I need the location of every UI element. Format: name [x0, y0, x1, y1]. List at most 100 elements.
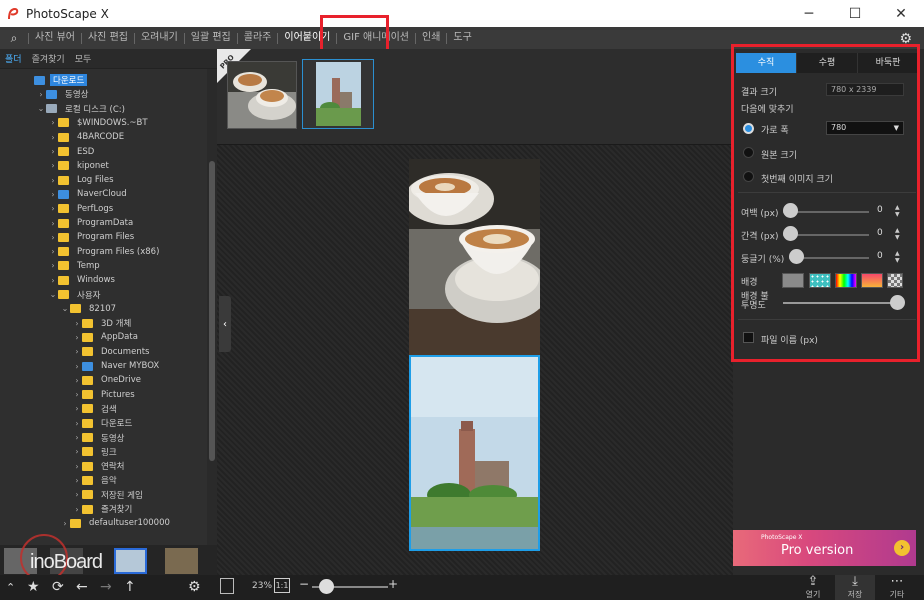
back-arrow-icon[interactable]: ←	[76, 579, 88, 595]
folder-tree-item[interactable]: › Pictures	[72, 388, 138, 402]
forward-arrow-icon[interactable]: →	[100, 579, 112, 595]
chevron-right-icon[interactable]: ›	[72, 505, 82, 514]
tab-favorites[interactable]: 즐겨찾기	[27, 52, 70, 65]
chevron-down-icon[interactable]: ⌄	[36, 104, 46, 113]
folder-tree-item[interactable]: › AppData	[72, 330, 141, 344]
folder-tree-item[interactable]: › Program Files	[48, 230, 137, 244]
chevron-right-icon[interactable]: ›	[72, 390, 82, 399]
settings-gear-icon[interactable]: ⚙	[188, 579, 201, 595]
chevron-right-icon[interactable]: ›	[48, 118, 58, 127]
file-thumbnail[interactable]	[165, 548, 198, 574]
menu-cut-out[interactable]: 오려내기	[135, 27, 184, 49]
folder-tree-item[interactable]: › ProgramData	[48, 216, 136, 230]
pro-version-promo[interactable]: PhotoScape X Pro version ›	[733, 530, 916, 566]
chevron-right-icon[interactable]: ›	[36, 90, 46, 99]
chevron-right-icon[interactable]: ›	[48, 161, 58, 170]
tab-all[interactable]: 모두	[70, 52, 97, 65]
chevron-right-icon[interactable]: ›	[72, 433, 82, 442]
chevron-right-icon[interactable]: ›	[72, 490, 82, 499]
open-button[interactable]: ⇪ 열기	[793, 575, 833, 600]
maximize-button[interactable]: ☐	[832, 0, 878, 27]
folder-tree-item[interactable]: › 다운로드	[72, 416, 135, 430]
folder-tree-item[interactable]: › $WINDOWS.~BT	[48, 116, 151, 130]
chevron-right-icon[interactable]: ›	[48, 247, 58, 256]
star-icon[interactable]: ★	[27, 579, 40, 595]
more-button[interactable]: ⋯ 기타	[877, 575, 917, 600]
folder-tree-item[interactable]: › 연락처	[72, 459, 127, 473]
folder-tree-item[interactable]: › OneDrive	[72, 373, 144, 387]
folder-tree-item[interactable]: › 동영상	[36, 87, 91, 101]
folder-tree-item[interactable]: › 음악	[72, 473, 120, 487]
chevron-right-icon[interactable]: ›	[72, 404, 82, 413]
folder-tree-item[interactable]: ⌄ 82107	[60, 302, 119, 316]
chevron-right-icon[interactable]: ›	[48, 276, 58, 285]
expand-up-icon[interactable]: ⌃	[6, 581, 15, 594]
folder-tree-item[interactable]: ⌄ 로컬 디스크 (C:)	[36, 102, 128, 116]
menu-tools[interactable]: 도구	[447, 27, 477, 49]
zoom-in-button[interactable]: +	[388, 577, 398, 591]
folder-tree-item[interactable]: › defaultuser100000	[60, 516, 173, 530]
chevron-right-icon[interactable]: ›	[72, 376, 82, 385]
menu-photo-editor[interactable]: 사진 편집	[82, 27, 134, 49]
up-arrow-icon[interactable]: ↑	[124, 579, 136, 595]
folder-tree-item[interactable]: ⌄ 사용자	[48, 288, 103, 302]
menu-print[interactable]: 인쇄	[416, 27, 446, 49]
menu-photo-viewer[interactable]: 사진 뷰어	[29, 27, 81, 49]
chevron-right-icon[interactable]: ›	[72, 419, 82, 428]
chevron-right-icon[interactable]: ›	[72, 476, 82, 485]
chevron-right-icon[interactable]: ›	[72, 333, 82, 342]
chevron-right-icon[interactable]: ›	[72, 462, 82, 471]
zoom-slider-thumb[interactable]	[319, 579, 335, 594]
chevron-down-icon[interactable]: ⌄	[60, 304, 70, 313]
folder-tree-item[interactable]: › 링크	[72, 445, 120, 459]
folder-tree-item[interactable]: › 즐겨찾기	[72, 502, 135, 516]
chevron-right-icon[interactable]: ›	[72, 347, 82, 356]
file-thumbnail-selected[interactable]	[114, 548, 147, 574]
chevron-right-icon[interactable]: ›	[48, 233, 58, 242]
folder-tree-item[interactable]: › NaverCloud	[48, 187, 130, 201]
chevron-right-icon[interactable]: ›	[72, 447, 82, 456]
chevron-right-icon[interactable]: ›	[48, 261, 58, 270]
chevron-right-icon[interactable]: ›	[48, 219, 58, 228]
folder-tree-item[interactable]: 다운로드	[24, 73, 88, 87]
save-button[interactable]: ⤓ 저장	[835, 575, 875, 600]
chevron-right-icon[interactable]: ›	[48, 147, 58, 156]
combined-image-church-selected[interactable]	[409, 355, 540, 551]
collapse-left-panel-button[interactable]: ‹	[219, 296, 231, 352]
menu-batch-edit[interactable]: 일괄 편집	[185, 27, 237, 49]
zoom-out-button[interactable]: −	[299, 577, 309, 591]
folder-tree-scrollbar[interactable]	[207, 69, 217, 545]
chevron-right-icon[interactable]: ›	[48, 176, 58, 185]
folder-tree-item[interactable]: › 검색	[72, 402, 120, 416]
folder-tree-item[interactable]: › Windows	[48, 273, 118, 287]
folder-tree-scroll-thumb[interactable]	[209, 161, 215, 461]
chevron-right-icon[interactable]: ›	[72, 319, 82, 328]
chevron-right-icon[interactable]: ›	[48, 133, 58, 142]
folder-tree-item[interactable]: › 저장된 게임	[72, 488, 146, 502]
actual-size-button[interactable]: 1:1	[274, 578, 290, 593]
combined-image-coffee[interactable]	[409, 159, 540, 355]
folder-tree-item[interactable]: › Program Files (x86)	[48, 245, 162, 259]
chevron-down-icon[interactable]: ⌄	[48, 290, 58, 299]
close-button[interactable]: ✕	[878, 0, 924, 27]
folder-tree-item[interactable]: › 동영상	[72, 431, 127, 445]
chevron-right-icon[interactable]: ›	[48, 190, 58, 199]
chevron-right-icon[interactable]: ›	[48, 204, 58, 213]
folder-tree-item[interactable]: › Naver MYBOX	[72, 359, 162, 373]
search-icon[interactable]: ⌕	[0, 27, 28, 49]
folder-tree-item[interactable]: › 4BARCODE	[48, 130, 127, 144]
menu-collage[interactable]: 콜라주	[238, 27, 278, 49]
tab-folders[interactable]: 폴더	[0, 52, 27, 65]
chevron-right-icon[interactable]: ›	[72, 362, 82, 371]
folder-tree-item[interactable]: › ESD	[48, 145, 97, 159]
folder-tree-item[interactable]: › Log Files	[48, 173, 117, 187]
chevron-right-icon[interactable]: ›	[60, 519, 70, 528]
folder-tree-item[interactable]: › PerfLogs	[48, 202, 116, 216]
folder-tree-item[interactable]: › Documents	[72, 345, 152, 359]
image-thumbnail-coffee[interactable]	[227, 61, 297, 129]
folder-tree-item[interactable]: › kiponet	[48, 159, 112, 173]
folder-tree-item[interactable]: › 3D 개체	[72, 316, 134, 330]
folder-tree-item[interactable]: › Temp	[48, 259, 103, 273]
minimize-button[interactable]: ─	[786, 0, 832, 27]
fit-window-icon[interactable]	[220, 578, 234, 594]
